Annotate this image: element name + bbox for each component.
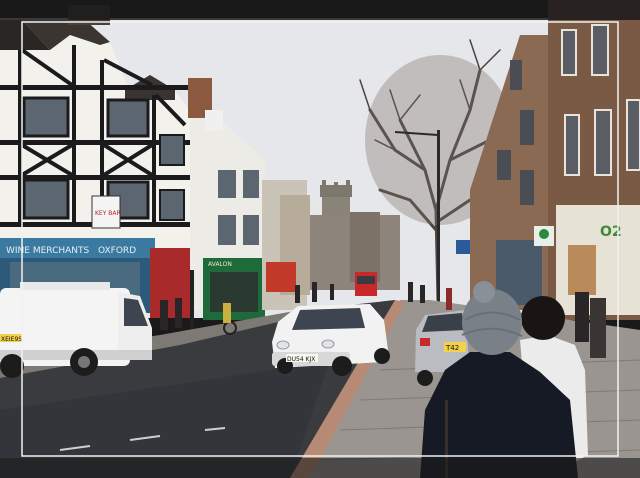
lamp-post (437, 130, 440, 310)
street-photo: WINE MERCHANTS OXFORD KEY BAR AVALON O2 (0, 0, 640, 478)
green-shop-window (210, 272, 258, 312)
right-shop-window (568, 245, 596, 295)
shop-sign-text: WINE MERCHANTS (6, 246, 90, 256)
hatchback-plate-text: DU54 KJX (287, 356, 315, 363)
red-shopfront (266, 262, 296, 292)
green-shop-sign: AVALON (208, 261, 232, 268)
frame-bottom (0, 458, 640, 478)
parking-sign (456, 240, 470, 254)
distant-buildings-2 (350, 212, 380, 282)
shop-sign-text-2: OXFORD (98, 246, 136, 256)
red-shop (150, 248, 190, 318)
pharmacy-cross-icon (539, 229, 549, 239)
frame-top (0, 0, 640, 20)
van-plate-text: XEIE9S (1, 336, 22, 343)
red-bus-window (357, 276, 375, 284)
key-bar-sign-text: KEY BAR (95, 210, 121, 217)
cyclist (223, 303, 231, 323)
sedan-plate-text: T42 (445, 344, 459, 352)
